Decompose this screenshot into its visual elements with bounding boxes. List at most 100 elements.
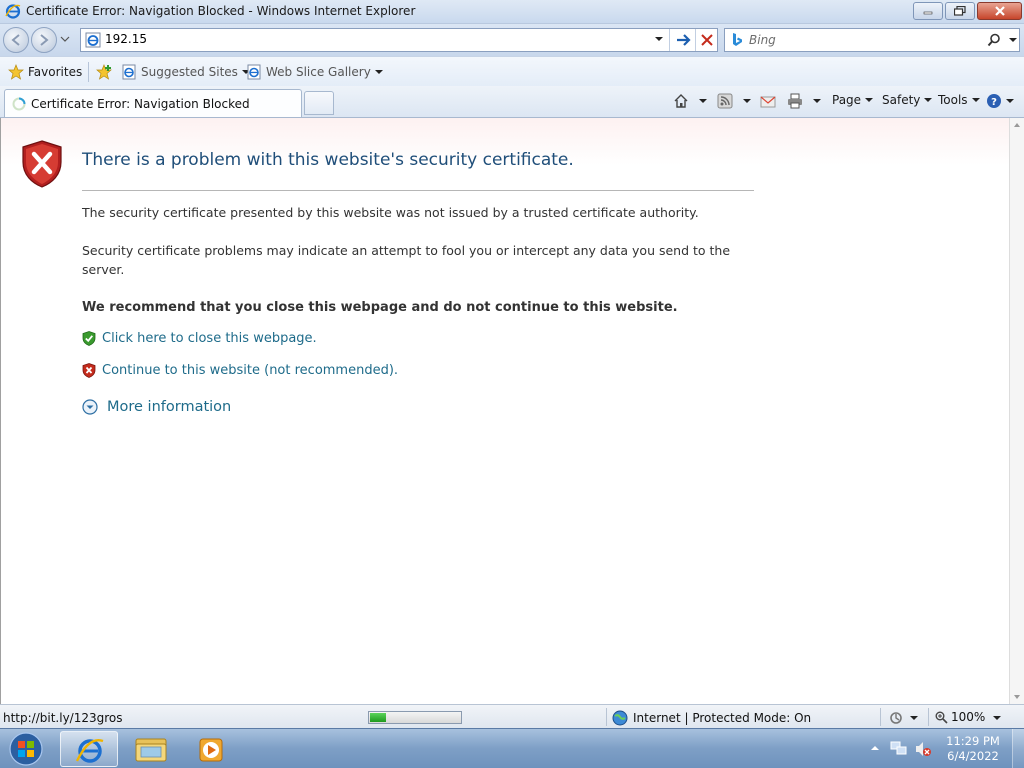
- suggested-sites-label: Suggested Sites: [141, 65, 238, 79]
- security-zone[interactable]: Internet | Protected Mode: On: [612, 710, 811, 726]
- new-tab-button[interactable]: [304, 91, 334, 115]
- scroll-up-icon[interactable]: [1014, 123, 1020, 127]
- show-hidden-icons-icon[interactable]: [870, 744, 880, 752]
- web-slice-gallery-button[interactable]: Web Slice Gallery: [246, 64, 383, 80]
- tools-menu-label: Tools: [938, 93, 968, 107]
- show-desktop-button[interactable]: [1012, 729, 1024, 768]
- expand-chevron-icon[interactable]: [82, 399, 98, 415]
- search-icon[interactable]: [987, 33, 1001, 47]
- forward-arrow-icon: [40, 34, 49, 46]
- stop-icon[interactable]: [700, 33, 714, 47]
- taskbar: 11:29 PM 6/4/2022: [0, 728, 1024, 768]
- scroll-down-icon[interactable]: [1014, 695, 1020, 699]
- page-menu-label: Page: [832, 93, 862, 107]
- taskbar-internet-explorer[interactable]: [60, 731, 118, 767]
- close-webpage-row: Click here to close this webpage.: [82, 331, 317, 346]
- minimize-icon: [923, 11, 933, 15]
- search-box[interactable]: Bing: [724, 28, 1020, 52]
- ie-logo-icon: [5, 4, 21, 19]
- safety-menu-label: Safety: [882, 93, 921, 107]
- rss-feed-icon: [717, 93, 733, 109]
- back-arrow-icon: [11, 34, 20, 46]
- security-zone-label: Internet | Protected Mode: On: [633, 711, 812, 725]
- more-information-link[interactable]: More information: [107, 399, 231, 415]
- favorites-star-icon: [8, 64, 24, 80]
- folder-icon: [135, 738, 167, 762]
- zoom-level-label: 100%: [951, 710, 986, 724]
- more-information-row[interactable]: More information: [82, 399, 231, 415]
- progress-fill: [370, 713, 386, 722]
- compatibility-icon: [890, 712, 902, 724]
- system-clock[interactable]: 11:29 PM 6/4/2022: [946, 734, 1000, 764]
- help-icon: ?: [987, 94, 1001, 108]
- safety-menu[interactable]: Safety: [882, 93, 933, 107]
- close-window-button[interactable]: [977, 2, 1022, 20]
- tab-certificate-error[interactable]: Certificate Error: Navigation Blocked: [4, 89, 302, 117]
- tab-label: Certificate Error: Navigation Blocked: [31, 97, 250, 111]
- back-button[interactable]: [3, 27, 29, 53]
- page-options-button[interactable]: [888, 711, 918, 725]
- certificate-issuer-message: The security certificate presented by th…: [82, 205, 699, 220]
- page-content: There is a problem with this website's s…: [0, 118, 1009, 704]
- address-bar[interactable]: 192.15: [80, 28, 718, 52]
- clock-date: 6/4/2022: [947, 749, 999, 763]
- continue-to-website-link[interactable]: Continue to this website (not recommende…: [102, 363, 398, 378]
- continue-website-row: Continue to this website (not recommende…: [82, 363, 398, 378]
- loading-spinner-icon: [12, 97, 26, 111]
- go-arrow-icon[interactable]: [675, 32, 693, 48]
- home-button[interactable]: [673, 93, 707, 109]
- volume-muted-icon[interactable]: [914, 741, 932, 757]
- status-url: http://bit.ly/123gros: [3, 711, 123, 725]
- chevron-down-icon[interactable]: [699, 99, 707, 103]
- chevron-down-icon: [924, 98, 933, 102]
- taskbar-windows-explorer[interactable]: [122, 731, 180, 767]
- window-title: Certificate Error: Navigation Blocked - …: [26, 4, 416, 18]
- page-heading: There is a problem with this website's s…: [82, 150, 574, 170]
- ie-page-icon: [122, 64, 136, 80]
- read-mail-icon[interactable]: [760, 95, 776, 109]
- recent-pages-dropdown-icon[interactable]: [60, 34, 70, 44]
- close-webpage-link[interactable]: Click here to close this webpage.: [102, 331, 317, 346]
- media-player-icon: [199, 738, 223, 762]
- chevron-down-icon: [374, 70, 383, 74]
- chevron-down-icon: [1006, 99, 1014, 103]
- search-input[interactable]: Bing: [749, 33, 776, 47]
- vertical-scrollbar[interactable]: [1009, 118, 1024, 704]
- forward-button[interactable]: [31, 27, 57, 53]
- chevron-down-icon[interactable]: [813, 99, 821, 103]
- chevron-down-icon: [971, 98, 980, 102]
- zoom-dropdown-icon[interactable]: [993, 716, 1001, 720]
- ie-logo-icon: [75, 739, 104, 763]
- restore-button[interactable]: [945, 2, 975, 20]
- green-shield-check-icon: [82, 331, 96, 346]
- start-button[interactable]: [3, 731, 49, 767]
- chevron-down-icon[interactable]: [743, 99, 751, 103]
- address-input[interactable]: 192.15: [105, 32, 147, 46]
- close-icon: [994, 6, 1005, 16]
- network-icon[interactable]: [890, 741, 908, 757]
- error-shield-icon: [22, 140, 62, 188]
- add-to-favorites-bar-icon[interactable]: [96, 64, 114, 80]
- navigation-bar: 192.15 Bing: [0, 24, 1024, 56]
- chevron-down-icon: [865, 98, 874, 102]
- minimize-button[interactable]: [913, 2, 943, 20]
- title-bar: Certificate Error: Navigation Blocked - …: [0, 0, 1024, 24]
- address-dropdown-icon[interactable]: [655, 37, 663, 41]
- favorites-button[interactable]: Favorites: [8, 64, 82, 80]
- heading-divider: [82, 190, 754, 191]
- favorites-label: Favorites: [28, 65, 83, 79]
- tools-menu[interactable]: Tools: [938, 93, 980, 107]
- web-slice-gallery-label: Web Slice Gallery: [266, 65, 371, 79]
- feeds-button[interactable]: [717, 93, 751, 109]
- print-button[interactable]: [787, 93, 821, 109]
- page-menu[interactable]: Page: [832, 93, 874, 107]
- search-options-dropdown-icon[interactable]: [1009, 38, 1017, 42]
- suggested-sites-button[interactable]: Suggested Sites: [121, 64, 250, 80]
- help-button[interactable]: ?: [986, 93, 1014, 109]
- tab-command-bar: Certificate Error: Navigation Blocked Pa…: [0, 86, 1024, 118]
- restore-icon: [954, 6, 966, 16]
- recommendation-text: We recommend that you close this webpage…: [82, 300, 678, 315]
- taskbar-media-player[interactable]: [184, 731, 242, 767]
- page-favicon-icon: [85, 32, 101, 48]
- zoom-level-button[interactable]: 100%: [935, 710, 985, 724]
